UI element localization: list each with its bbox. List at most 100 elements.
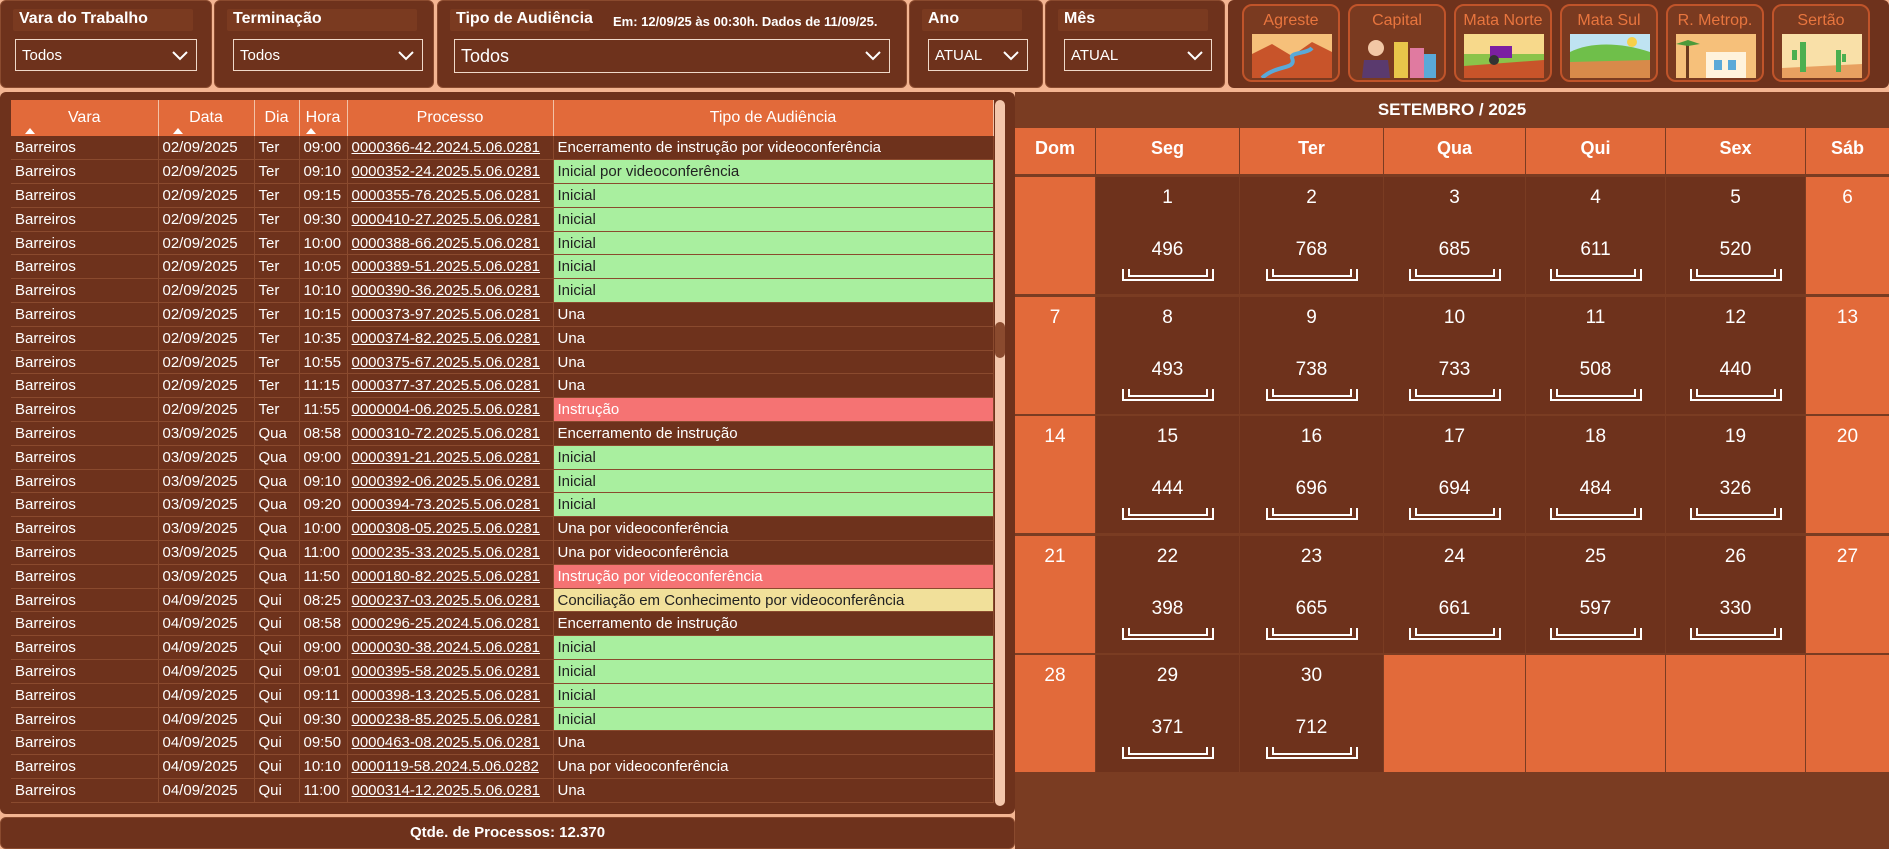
- cell-processo[interactable]: 0000238-85.2025.5.06.0281: [347, 707, 554, 732]
- cell-processo[interactable]: 0000392-06.2025.5.06.0281: [347, 469, 554, 494]
- cell-processo[interactable]: 0000375-67.2025.5.06.0281: [347, 350, 554, 375]
- table-row[interactable]: Barreiros 04/09/2025 Qui 11:00 0000314-12.20…: [11, 778, 994, 803]
- calendar-day-cell[interactable]: 29 371: [1096, 655, 1239, 772]
- cell-processo[interactable]: 0000180-82.2025.5.06.0281: [347, 564, 554, 589]
- calendar-day-cell[interactable]: 27: [1806, 535, 1889, 653]
- cell-processo[interactable]: 0000296-25.2024.5.06.0281: [347, 611, 554, 637]
- table-row[interactable]: Barreiros 02/09/2025 Ter 09:15 0000355-76.20…: [11, 183, 994, 208]
- calendar-day-cell[interactable]: 19 326: [1666, 416, 1805, 533]
- cell-processo[interactable]: 0000388-66.2025.5.06.0281: [347, 231, 554, 256]
- cell-processo[interactable]: 0000030-38.2024.5.06.0281: [347, 635, 554, 661]
- column-header-hora[interactable]: Hora: [299, 100, 348, 136]
- calendar-day-cell[interactable]: 4 611: [1526, 177, 1665, 294]
- table-row[interactable]: Barreiros 04/09/2025 Qui 08:58 0000296-25.20…: [11, 611, 994, 637]
- calendar-day-cell[interactable]: 18 484: [1526, 416, 1665, 533]
- cell-processo[interactable]: 0000373-97.2025.5.06.0281: [347, 302, 554, 327]
- calendar-day-cell[interactable]: 2 768: [1240, 177, 1383, 294]
- table-row[interactable]: Barreiros 03/09/2025 Qua 09:10 0000392-06.20…: [11, 469, 994, 494]
- calendar-day-cell[interactable]: 24 661: [1384, 535, 1525, 653]
- ano-select[interactable]: ATUAL: [928, 39, 1028, 71]
- cell-processo[interactable]: 0000366-42.2024.5.06.0281: [347, 136, 554, 161]
- calendar-day-cell[interactable]: 26 330: [1666, 535, 1805, 653]
- region-button-sertao[interactable]: Sertão: [1772, 4, 1870, 82]
- table-row[interactable]: Barreiros 02/09/2025 Ter 10:35 0000374-82.20…: [11, 326, 994, 351]
- calendar-day-cell[interactable]: 28: [1015, 655, 1095, 772]
- calendar-day-cell[interactable]: 17 694: [1384, 416, 1525, 533]
- cell-processo[interactable]: 0000004-06.2025.5.06.0281: [347, 397, 554, 423]
- table-row[interactable]: Barreiros 03/09/2025 Qua 11:00 0000235-33.20…: [11, 540, 994, 565]
- cell-processo[interactable]: 0000395-58.2025.5.06.0281: [347, 659, 554, 684]
- column-header-processo[interactable]: Processo: [347, 100, 554, 136]
- terminacao-select[interactable]: Todos: [233, 39, 423, 71]
- table-row[interactable]: Barreiros 04/09/2025 Qui 09:50 0000463-08.20…: [11, 730, 994, 756]
- table-row[interactable]: Barreiros 04/09/2025 Qui 09:30 0000238-85.20…: [11, 707, 994, 732]
- calendar-day-cell[interactable]: 9 738: [1240, 296, 1383, 414]
- calendar-day-cell[interactable]: 13: [1806, 296, 1889, 414]
- cell-processo[interactable]: 0000389-51.2025.5.06.0281: [347, 254, 554, 280]
- table-scrollbar[interactable]: [995, 100, 1005, 806]
- table-row[interactable]: Barreiros 02/09/2025 Ter 10:15 0000373-97.20…: [11, 302, 994, 327]
- table-row[interactable]: Barreiros 02/09/2025 Ter 10:10 0000390-36.20…: [11, 278, 994, 304]
- cell-processo[interactable]: 0000374-82.2025.5.06.0281: [347, 326, 554, 351]
- calendar-day-cell[interactable]: 8 493: [1096, 296, 1239, 414]
- table-row[interactable]: Barreiros 03/09/2025 Qua 11:50 0000180-82.20…: [11, 564, 994, 589]
- table-row[interactable]: Barreiros 03/09/2025 Qua 10:00 0000308-05.20…: [11, 516, 994, 542]
- table-row[interactable]: Barreiros 02/09/2025 Ter 09:30 0000410-27.20…: [11, 207, 994, 232]
- cell-processo[interactable]: 0000237-03.2025.5.06.0281: [347, 588, 554, 613]
- calendar-day-cell[interactable]: 5 520: [1666, 177, 1805, 294]
- calendar-day-cell[interactable]: 11 508: [1526, 296, 1665, 414]
- calendar-day-cell[interactable]: 16 696: [1240, 416, 1383, 533]
- calendar-day-cell[interactable]: 20: [1806, 416, 1889, 533]
- table-row[interactable]: Barreiros 02/09/2025 Ter 11:55 0000004-06.20…: [11, 397, 994, 423]
- cell-processo[interactable]: 0000235-33.2025.5.06.0281: [347, 540, 554, 565]
- table-row[interactable]: Barreiros 02/09/2025 Ter 09:00 0000366-42.20…: [11, 136, 994, 161]
- table-row[interactable]: Barreiros 04/09/2025 Qui 09:01 0000395-58.20…: [11, 659, 994, 684]
- region-button-r-metrop[interactable]: R. Metrop.: [1666, 4, 1764, 82]
- column-header-dia[interactable]: Dia: [254, 100, 300, 136]
- table-scrollbar-thumb[interactable]: [995, 322, 1005, 358]
- region-button-agreste[interactable]: Agreste: [1242, 4, 1340, 82]
- calendar-day-cell[interactable]: 7: [1015, 296, 1095, 414]
- table-row[interactable]: Barreiros 02/09/2025 Ter 10:00 0000388-66.20…: [11, 231, 994, 256]
- cell-processo[interactable]: 0000391-21.2025.5.06.0281: [347, 445, 554, 470]
- vara-select[interactable]: Todos: [15, 39, 197, 71]
- cell-processo[interactable]: 0000398-13.2025.5.06.0281: [347, 683, 554, 708]
- table-row[interactable]: Barreiros 04/09/2025 Qui 09:00 0000030-38.20…: [11, 635, 994, 661]
- calendar-day-cell[interactable]: 25 597: [1526, 535, 1665, 653]
- cell-processo[interactable]: 0000355-76.2025.5.06.0281: [347, 183, 554, 208]
- region-button-mata-norte[interactable]: Mata Norte: [1454, 4, 1552, 82]
- cell-processo[interactable]: 0000463-08.2025.5.06.0281: [347, 730, 554, 756]
- tipo-select[interactable]: Todos: [454, 39, 890, 73]
- column-header-vara[interactable]: Vara: [11, 100, 159, 136]
- table-row[interactable]: Barreiros 04/09/2025 Qui 08:25 0000237-03.20…: [11, 588, 994, 613]
- cell-processo[interactable]: 0000394-73.2025.5.06.0281: [347, 492, 554, 518]
- region-button-mata-sul[interactable]: Mata Sul: [1560, 4, 1658, 82]
- table-row[interactable]: Barreiros 03/09/2025 Qua 09:00 0000391-21.20…: [11, 445, 994, 470]
- cell-processo[interactable]: 0000310-72.2025.5.06.0281: [347, 421, 554, 446]
- calendar-day-cell[interactable]: 21: [1015, 535, 1095, 653]
- calendar-day-cell[interactable]: 6: [1806, 177, 1889, 294]
- calendar-day-cell[interactable]: 23 665: [1240, 535, 1383, 653]
- table-row[interactable]: Barreiros 03/09/2025 Qua 09:20 0000394-73.20…: [11, 492, 994, 518]
- cell-processo[interactable]: 0000377-37.2025.5.06.0281: [347, 373, 554, 399]
- calendar-day-cell[interactable]: 30 712: [1240, 655, 1383, 772]
- region-button-capital[interactable]: Capital: [1348, 4, 1446, 82]
- table-row[interactable]: Barreiros 02/09/2025 Ter 10:55 0000375-67.20…: [11, 350, 994, 375]
- calendar-day-cell[interactable]: 14: [1015, 416, 1095, 533]
- cell-processo[interactable]: 0000390-36.2025.5.06.0281: [347, 278, 554, 304]
- column-header-tipo[interactable]: Tipo de Audiência: [553, 100, 994, 136]
- calendar-day-cell[interactable]: 10 733: [1384, 296, 1525, 414]
- calendar-day-cell[interactable]: 3 685: [1384, 177, 1525, 294]
- table-row[interactable]: Barreiros 02/09/2025 Ter 10:05 0000389-51.20…: [11, 254, 994, 280]
- cell-processo[interactable]: 0000314-12.2025.5.06.0281: [347, 778, 554, 803]
- table-row[interactable]: Barreiros 04/09/2025 Qui 10:10 0000119-58.20…: [11, 754, 994, 780]
- calendar-day-cell[interactable]: 1 496: [1096, 177, 1239, 294]
- calendar-day-cell[interactable]: 12 440: [1666, 296, 1805, 414]
- cell-processo[interactable]: 0000352-24.2025.5.06.0281: [347, 159, 554, 185]
- table-row[interactable]: Barreiros 02/09/2025 Ter 09:10 0000352-24.20…: [11, 159, 994, 185]
- cell-processo[interactable]: 0000119-58.2024.5.06.0282: [347, 754, 554, 780]
- column-header-data[interactable]: Data: [158, 100, 255, 136]
- cell-processo[interactable]: 0000410-27.2025.5.06.0281: [347, 207, 554, 232]
- cell-processo[interactable]: 0000308-05.2025.5.06.0281: [347, 516, 554, 542]
- mes-select[interactable]: ATUAL: [1064, 39, 1212, 71]
